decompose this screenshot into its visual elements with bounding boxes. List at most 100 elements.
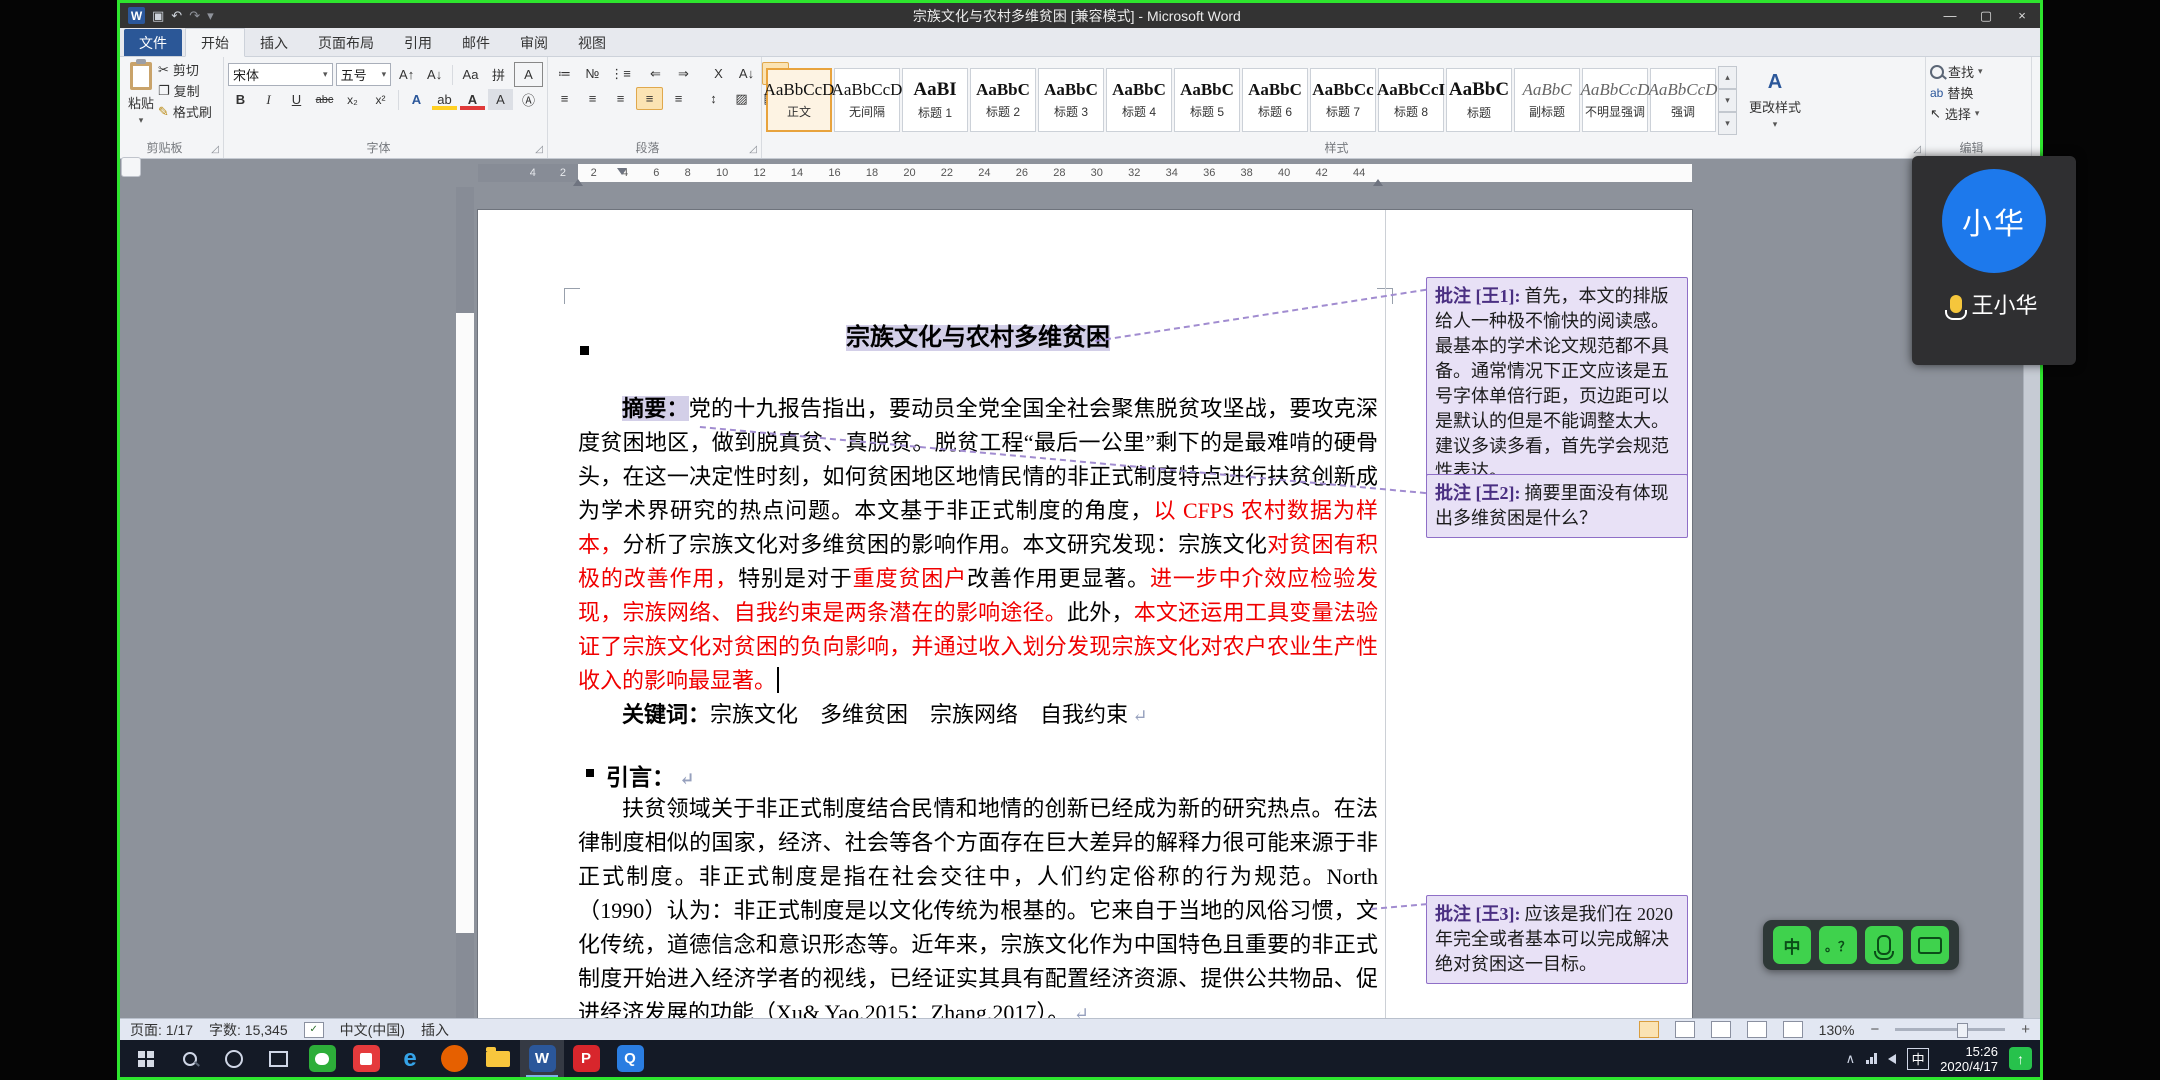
qat-customize-icon[interactable]: ▾ <box>207 8 214 24</box>
character-border-button[interactable]: A <box>514 62 543 87</box>
cut-button[interactable]: ✂ 剪切 <box>158 60 212 79</box>
green-chat-app-button[interactable] <box>300 1040 344 1077</box>
redo-icon[interactable]: ↷ <box>189 8 200 24</box>
ime-keyboard-key[interactable] <box>1911 926 1949 964</box>
pinyin-guide-button[interactable]: 拼 <box>486 64 511 85</box>
zoom-slider[interactable] <box>1895 1028 2005 1031</box>
subscript-button[interactable]: x₂ <box>340 89 365 110</box>
ribbon-tab[interactable]: 视图 <box>563 29 621 56</box>
align-center-button[interactable]: ≡ <box>580 88 605 109</box>
ime-mic-key[interactable] <box>1865 926 1903 964</box>
justify-button[interactable]: ≡ <box>636 87 663 110</box>
style-item[interactable]: AaBbCcD 强调 <box>1650 68 1716 132</box>
paragraph-dialog-launcher[interactable]: ◿ <box>749 144 757 155</box>
word-count[interactable]: 字数: 15,345 <box>209 1020 288 1040</box>
style-item[interactable]: AaBbC 标题 2 <box>970 68 1036 132</box>
zoom-slider-knob[interactable] <box>1957 1023 1968 1038</box>
style-item[interactable]: AaBI 标题 1 <box>902 68 968 132</box>
draft-view-icon[interactable] <box>1783 1021 1803 1038</box>
save-icon[interactable]: ▣ <box>152 8 164 24</box>
copy-button[interactable]: ❐ 复制 <box>158 81 212 100</box>
font-dialog-launcher[interactable]: ◿ <box>535 144 543 155</box>
paste-button[interactable]: 粘贴 ▾ <box>124 60 158 128</box>
shading-button[interactable]: ▨ <box>729 88 754 109</box>
edge-button[interactable]: e <box>388 1040 432 1077</box>
font-name-combo[interactable]: 宋体 ▾ <box>228 63 333 86</box>
maximize-button[interactable]: ▢ <box>1968 3 2004 28</box>
left-indent-marker[interactable] <box>573 179 583 186</box>
ribbon-tab[interactable]: 引用 <box>389 29 447 56</box>
multilevel-list-button[interactable]: ⋮≡ <box>608 63 633 84</box>
comment-balloon[interactable]: 批注 [王1]:首先，本文的排版给人一种极不愉快的阅读感。最基本的学术论文规范都… <box>1426 277 1688 491</box>
strikethrough-button[interactable]: abc <box>312 89 337 110</box>
document-page[interactable]: 宗族文化与农村多维贫困 摘要：党的十九报告指出，要动员全党全国全社会聚焦脱贫攻坚… <box>478 210 1692 1018</box>
select-button[interactable]: ↖ 选择 ▾ <box>1930 104 2027 123</box>
replace-button[interactable]: ab 替换 <box>1930 83 2027 102</box>
asian-layout-button[interactable]: X <box>706 63 731 84</box>
document-title[interactable]: 宗族文化与农村多维贫困 <box>578 320 1378 356</box>
shrink-font-button[interactable]: A↓ <box>422 64 447 85</box>
numbering-button[interactable]: № <box>580 63 605 84</box>
right-indent-marker[interactable] <box>1373 179 1383 186</box>
grow-font-button[interactable]: A↑ <box>394 64 419 85</box>
task-view-button[interactable] <box>256 1040 300 1077</box>
underline-button[interactable]: U <box>284 89 309 110</box>
styles-dialog-launcher[interactable]: ◿ <box>1913 144 1921 155</box>
ribbon-tab[interactable]: 邮件 <box>447 29 505 56</box>
sort-button[interactable]: A↓ <box>734 63 759 84</box>
tray-chevron-icon[interactable]: ∧ <box>1846 1051 1856 1067</box>
firefox-button[interactable] <box>432 1040 476 1077</box>
comment-balloon[interactable]: 批注 [王2]:摘要里面没有体现出多维贫困是什么？ <box>1426 474 1688 538</box>
ribbon-tab[interactable]: 文件 <box>124 29 182 56</box>
style-item[interactable]: AaBbCcD 无间隔 <box>834 68 900 132</box>
italic-button[interactable]: I <box>256 89 281 110</box>
print-layout-view-icon[interactable] <box>1639 1021 1659 1038</box>
style-item[interactable]: AaBbCcI 标题 8 <box>1378 68 1444 132</box>
keywords-paragraph[interactable]: 关键词：宗族文化 多维贫困 宗族网络 自我约束 ↵ <box>578 698 1378 733</box>
find-button[interactable]: 查找 ▾ <box>1930 62 2027 81</box>
taskbar-clock[interactable]: 15:26 2020/4/17 <box>1940 1044 1998 1074</box>
page-indicator[interactable]: 页面: 1/17 <box>130 1020 193 1040</box>
text-highlight-button[interactable]: ab <box>432 89 457 110</box>
close-button[interactable]: × <box>2004 3 2040 28</box>
line-spacing-button[interactable]: ↕ <box>701 88 726 109</box>
section-heading[interactable]: 引言： ↵ <box>578 758 1378 792</box>
bullets-button[interactable]: ≔ <box>552 63 577 84</box>
network-icon[interactable] <box>1866 1053 1877 1064</box>
style-item[interactable]: AaBbC 标题 3 <box>1038 68 1104 132</box>
increase-indent-button[interactable]: ⇒ <box>671 63 696 84</box>
style-item[interactable]: AaBbCcD 正文 <box>766 68 832 132</box>
comment-balloon[interactable]: 批注 [王3]:应该是我们在 2020 年完全或者基本可以完成解决绝对贫困这一目… <box>1426 895 1688 984</box>
change-case-button[interactable]: Aa <box>458 64 483 85</box>
style-item[interactable]: AaBbCc 标题 7 <box>1310 68 1376 132</box>
superscript-button[interactable]: x² <box>368 89 393 110</box>
volume-icon[interactable] <box>1888 1054 1896 1064</box>
taskbar-search-button[interactable] <box>168 1040 212 1077</box>
style-item[interactable]: AaBbC 标题 4 <box>1106 68 1172 132</box>
ribbon-tab[interactable]: 页面布局 <box>303 29 389 56</box>
zoom-in-button[interactable]: + <box>2021 1021 2030 1038</box>
web-layout-view-icon[interactable] <box>1711 1021 1731 1038</box>
style-item[interactable]: AaBbC 副标题 <box>1514 68 1580 132</box>
cortana-button[interactable] <box>212 1040 256 1077</box>
style-item[interactable]: AaBbC 标题 5 <box>1174 68 1240 132</box>
zoom-out-button[interactable]: − <box>1870 1021 1879 1038</box>
change-styles-button[interactable]: A 更改样式 ▾ <box>1745 69 1805 132</box>
first-line-indent-marker[interactable] <box>617 168 627 175</box>
pdf-reader-button[interactable]: P <box>564 1040 608 1077</box>
decrease-indent-button[interactable]: ⇐ <box>643 63 668 84</box>
blue-app-button[interactable]: Q <box>608 1040 652 1077</box>
start-button[interactable] <box>124 1040 168 1077</box>
align-left-button[interactable]: ≡ <box>552 88 577 109</box>
word-taskbar-button[interactable]: W <box>520 1040 564 1077</box>
fullscreen-view-icon[interactable] <box>1675 1021 1695 1038</box>
format-painter-button[interactable]: ✎ 格式刷 <box>158 102 212 121</box>
enclose-characters-button[interactable]: Ⓐ <box>516 89 541 110</box>
body-paragraph[interactable]: 扶贫领域关于非正式制度结合民情和地情的创新已经成为新的研究热点。在法律制度相似的… <box>578 792 1378 1018</box>
abstract-paragraph[interactable]: 摘要：党的十九报告指出，要动员全党全国全社会聚焦脱贫攻坚战，要攻克深度贫困地区，… <box>578 392 1378 698</box>
undo-icon[interactable]: ↶ <box>171 8 182 24</box>
recorder-widget[interactable] <box>121 157 141 177</box>
bold-button[interactable]: B <box>228 89 253 110</box>
outline-view-icon[interactable] <box>1747 1021 1767 1038</box>
gallery-more-icon[interactable]: ▾ <box>1718 112 1737 135</box>
